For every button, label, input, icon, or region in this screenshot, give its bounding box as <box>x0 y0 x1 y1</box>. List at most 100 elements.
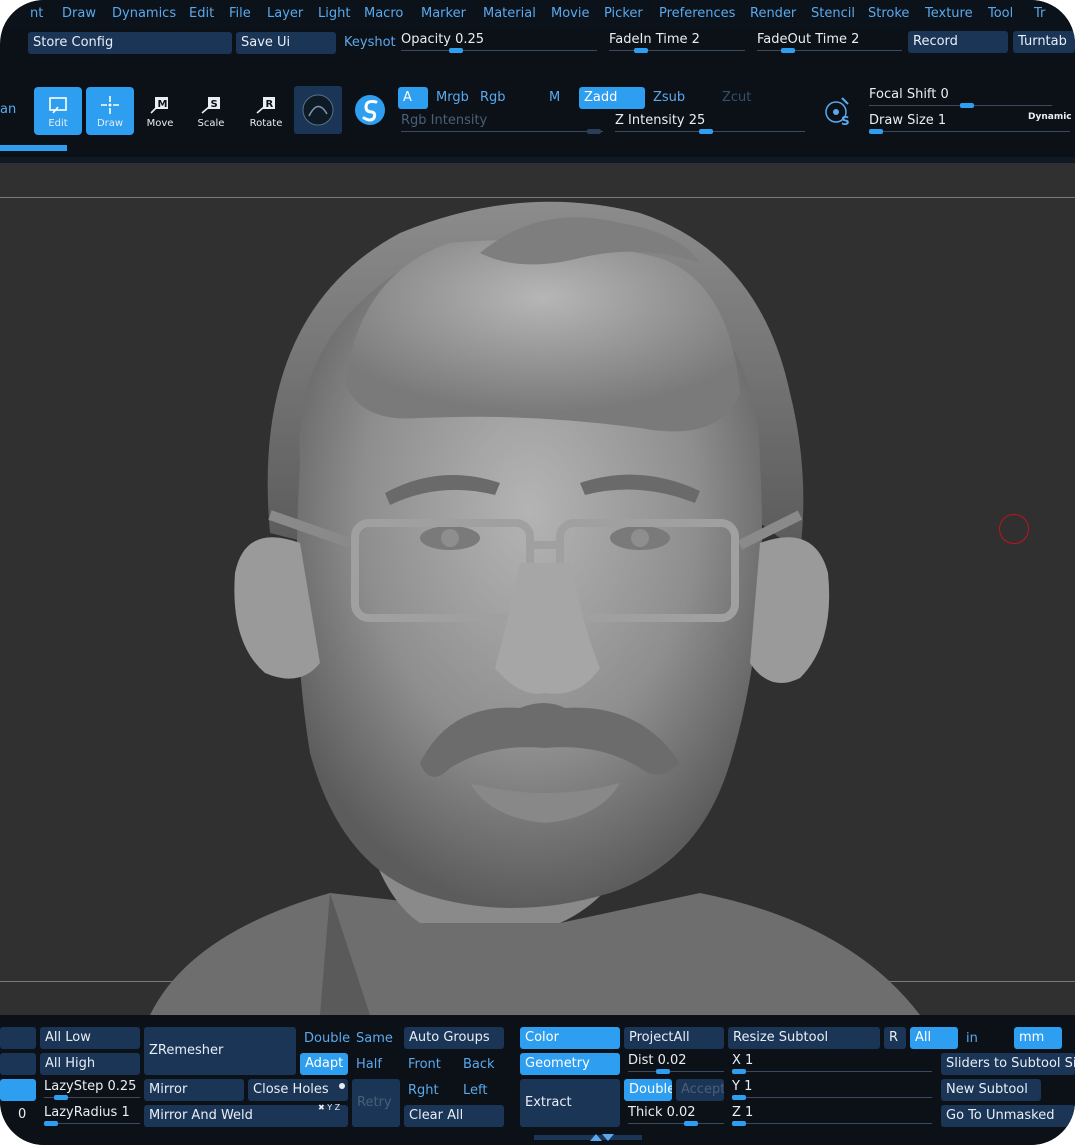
r-button[interactable]: R <box>884 1027 906 1049</box>
extract-button[interactable]: Extract <box>520 1079 620 1127</box>
fadeout-slider[interactable]: FadeOut Time 2 <box>757 31 902 53</box>
rgb-button[interactable]: Rgb <box>480 90 506 105</box>
color-toggle[interactable]: Color <box>520 1027 620 1049</box>
menu-file[interactable]: File <box>229 6 251 21</box>
menu-dynamics[interactable]: Dynamics <box>112 6 176 21</box>
menu-texture[interactable]: Texture <box>925 6 973 21</box>
opacity-slider[interactable]: Opacity 0.25 <box>401 31 597 53</box>
rgb-intensity-slider[interactable]: Rgb Intensity <box>401 112 603 134</box>
mirror-button[interactable]: Mirror <box>144 1079 244 1101</box>
menu-macro[interactable]: Macro <box>364 6 403 21</box>
save-ui-button[interactable]: Save Ui <box>236 32 336 54</box>
left-cut-button-2[interactable] <box>0 1053 36 1075</box>
back-toggle[interactable]: Back <box>463 1057 495 1072</box>
rgb-intensity-knob[interactable] <box>587 129 601 134</box>
clear-all-button[interactable]: Clear All <box>404 1105 504 1127</box>
material-sphere-button[interactable] <box>352 92 388 128</box>
dist-slider[interactable]: Dist 0.02 <box>628 1052 724 1074</box>
brush-preview-button[interactable] <box>294 86 342 134</box>
close-holes-button[interactable]: Close Holes <box>248 1079 348 1101</box>
double-button[interactable]: Double <box>624 1079 672 1101</box>
menu-stroke[interactable]: Stroke <box>868 6 909 21</box>
y-size-knob[interactable] <box>732 1095 746 1100</box>
mm-unit-toggle[interactable]: mm <box>1014 1027 1062 1049</box>
opacity-knob[interactable] <box>449 48 463 53</box>
sliders-to-subtool-size-button[interactable]: Sliders to Subtool Size <box>941 1053 1075 1075</box>
store-config-button[interactable]: Store Config <box>28 32 232 54</box>
retry-button[interactable]: Retry <box>352 1079 400 1127</box>
lazyradius-knob[interactable] <box>44 1121 58 1126</box>
new-subtool-button[interactable]: New Subtool <box>941 1079 1041 1101</box>
geometry-toggle[interactable]: Geometry <box>520 1053 620 1075</box>
menu-preferences[interactable]: Preferences <box>659 6 735 21</box>
menu-edit[interactable]: Edit <box>189 6 214 21</box>
focal-shift-knob[interactable] <box>960 103 974 108</box>
menu-item-cut-right[interactable]: Tr <box>1034 6 1045 21</box>
menu-marker[interactable]: Marker <box>421 6 466 21</box>
auto-groups-button[interactable]: Auto Groups <box>404 1027 504 1049</box>
chevron-up-icon[interactable] <box>590 1134 602 1141</box>
menu-stencil[interactable]: Stencil <box>811 6 855 21</box>
menu-picker[interactable]: Picker <box>604 6 643 21</box>
double-toggle[interactable]: Double <box>304 1031 350 1046</box>
a-toggle[interactable]: A <box>398 87 428 109</box>
edit-tool-button[interactable]: Edit <box>34 87 82 135</box>
menu-movie[interactable]: Movie <box>551 6 589 21</box>
go-to-unmasked-button[interactable]: Go To Unmasked <box>941 1105 1075 1127</box>
accept-button[interactable]: Accept <box>676 1079 724 1101</box>
canvas-viewport[interactable] <box>0 163 1075 1015</box>
left-cut-button-1[interactable] <box>0 1027 36 1049</box>
fadeout-knob[interactable] <box>781 48 795 53</box>
mrgb-button[interactable]: Mrgb <box>436 90 469 105</box>
zsub-button[interactable]: Zsub <box>653 90 685 105</box>
z-intensity-slider[interactable]: Z Intensity 25 <box>615 112 805 134</box>
y-size-slider[interactable]: Y 1 <box>732 1078 932 1100</box>
left-toggle[interactable]: Left <box>463 1083 487 1098</box>
zcut-button[interactable]: Zcut <box>722 90 751 105</box>
zadd-button[interactable]: Zadd <box>579 87 645 109</box>
z-size-knob[interactable] <box>732 1121 746 1126</box>
rotate-tool-button[interactable]: R Rotate <box>242 87 290 135</box>
dist-knob[interactable] <box>656 1069 670 1074</box>
turntable-button[interactable]: Turntab <box>1013 31 1075 53</box>
left-cut-button-active[interactable] <box>0 1079 36 1101</box>
record-button[interactable]: Record <box>908 31 1008 53</box>
chevron-down-icon[interactable] <box>602 1134 614 1141</box>
menu-render[interactable]: Render <box>750 6 796 21</box>
lazystep-knob[interactable] <box>54 1095 68 1100</box>
draw-size-knob[interactable] <box>869 129 883 134</box>
thick-knob[interactable] <box>684 1121 698 1126</box>
left-tab-cut[interactable]: an <box>0 102 16 117</box>
m-button[interactable]: M <box>549 90 560 105</box>
x-size-slider[interactable]: X 1 <box>732 1052 932 1074</box>
menu-draw[interactable]: Draw <box>62 6 96 21</box>
lightbox-icon[interactable]: S <box>820 94 860 130</box>
menu-tool[interactable]: Tool <box>988 6 1013 21</box>
keyshot-button[interactable]: Keyshot <box>344 35 396 50</box>
project-all-button[interactable]: ProjectAll <box>624 1027 724 1049</box>
tray-handle[interactable] <box>534 1135 642 1140</box>
same-toggle[interactable]: Same <box>356 1031 393 1046</box>
draw-tool-button[interactable]: Draw <box>86 87 134 135</box>
menu-layer[interactable]: Layer <box>267 6 303 21</box>
menu-light[interactable]: Light <box>318 6 350 21</box>
adapt-toggle[interactable]: Adapt <box>300 1053 348 1075</box>
focal-shift-slider[interactable]: Focal Shift 0 <box>869 86 1052 108</box>
z-size-slider[interactable]: Z 1 <box>732 1104 932 1126</box>
fadein-knob[interactable] <box>634 48 648 53</box>
all-toggle[interactable]: All <box>910 1027 958 1049</box>
rght-toggle[interactable]: Rght <box>408 1083 439 1098</box>
move-tool-button[interactable]: M Move <box>136 87 184 135</box>
menu-material[interactable]: Material <box>483 6 536 21</box>
fadein-slider[interactable]: FadeIn Time 2 <box>609 31 745 53</box>
dynamic-button[interactable]: Dynamic <box>1028 112 1072 122</box>
in-unit-toggle[interactable]: in <box>966 1031 978 1046</box>
x-size-knob[interactable] <box>732 1069 746 1074</box>
half-toggle[interactable]: Half <box>356 1057 382 1072</box>
menu-item-cut[interactable]: nt <box>30 6 43 21</box>
front-toggle[interactable]: Front <box>408 1057 441 1072</box>
lazyradius-slider[interactable]: LazyRadius 1 <box>44 1104 140 1126</box>
all-low-button[interactable]: All Low <box>40 1027 140 1049</box>
zremesher-button[interactable]: ZRemesher <box>144 1027 296 1075</box>
z-intensity-knob[interactable] <box>699 129 713 134</box>
